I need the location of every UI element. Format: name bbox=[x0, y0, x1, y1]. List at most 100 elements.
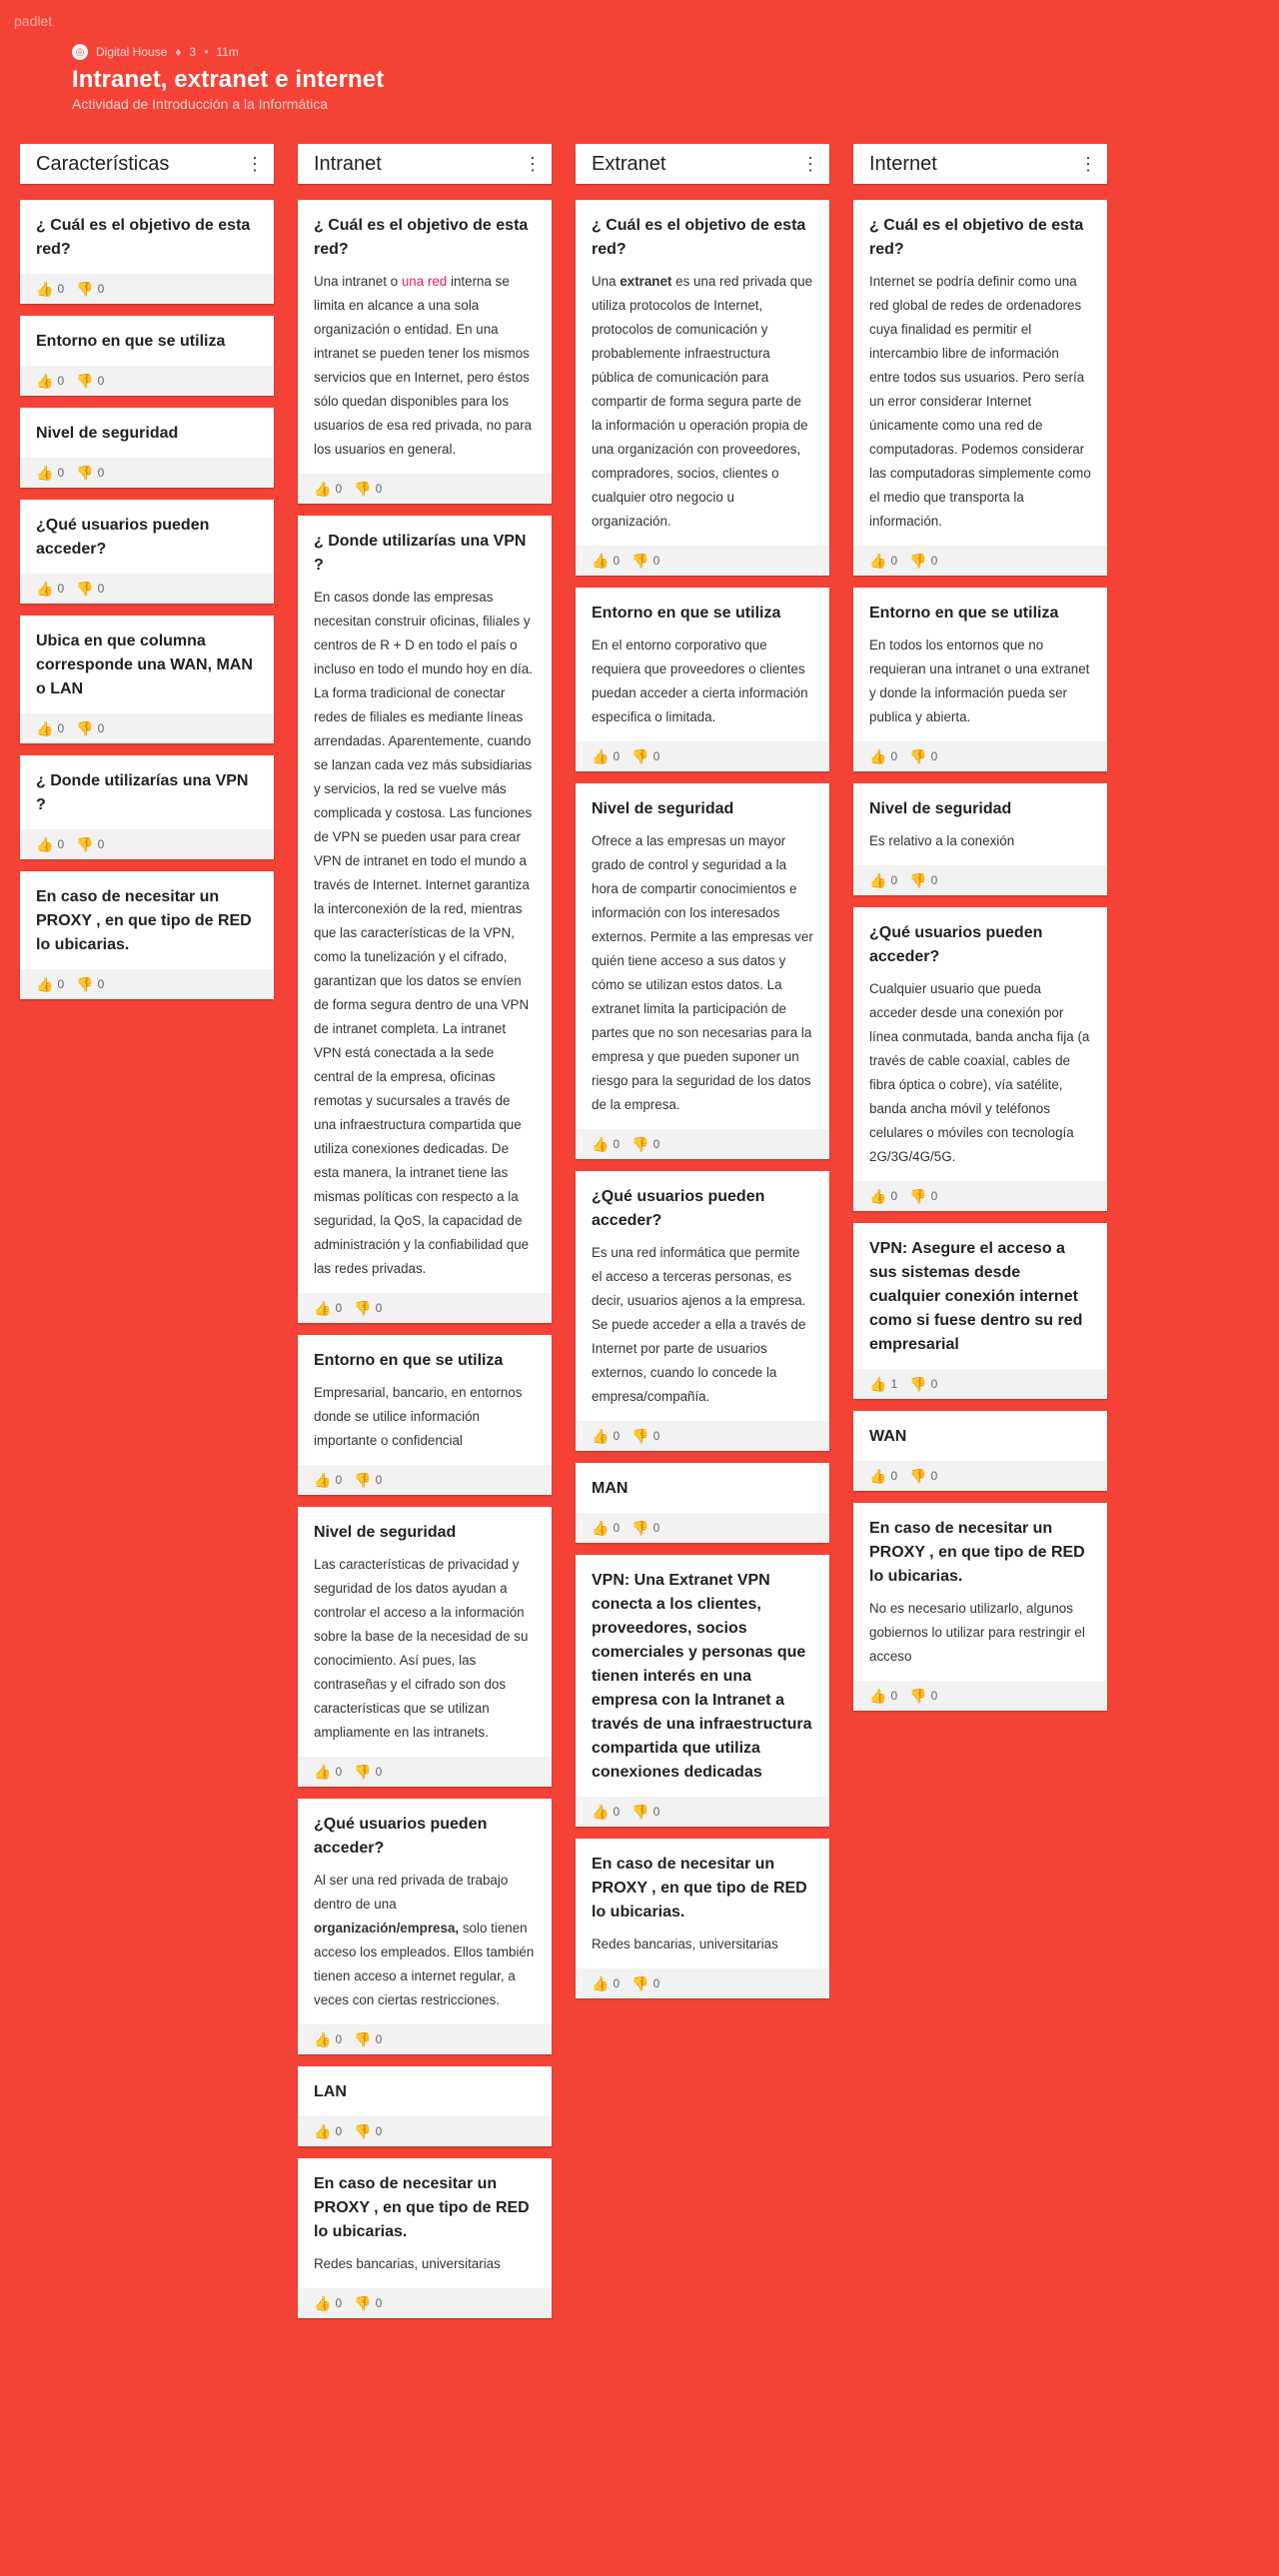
like-button[interactable]: 👍 0 bbox=[314, 2031, 342, 2048]
post-card[interactable]: En caso de necesitar un PROXY , en que t… bbox=[853, 1503, 1107, 1711]
dislike-button[interactable]: 👎 0 bbox=[632, 553, 659, 570]
dislike-button[interactable]: 👎 0 bbox=[909, 748, 937, 765]
like-button[interactable]: 👍 0 bbox=[314, 481, 342, 498]
padlet-logo[interactable]: padlet bbox=[14, 13, 52, 29]
like-button[interactable]: 👍 0 bbox=[36, 836, 64, 853]
post-card[interactable]: ¿ Cuál es el objetivo de esta red? Intern… bbox=[853, 200, 1107, 576]
post-card[interactable]: LAN 👍 0 👎 0 bbox=[298, 2066, 552, 2146]
post-card[interactable]: ¿ Donde utilizarías una VPN ? En casos do… bbox=[298, 516, 552, 1323]
like-button[interactable]: 👍 0 bbox=[592, 1975, 620, 1992]
dislike-button[interactable]: 👎 0 bbox=[76, 465, 104, 482]
dislike-button[interactable]: 👎 0 bbox=[76, 581, 104, 598]
post-card[interactable]: Entorno en que se utiliza 👍 0 👎 0 bbox=[20, 316, 274, 396]
post-card[interactable]: Ubica en que columna corresponde una WAN… bbox=[20, 616, 274, 743]
post-card[interactable]: En caso de necesitar un PROXY , en que t… bbox=[298, 2158, 552, 2318]
dislike-button[interactable]: 👎 0 bbox=[76, 720, 104, 737]
like-button[interactable]: 👍 0 bbox=[592, 1428, 620, 1445]
like-button[interactable]: 👍 1 bbox=[869, 1376, 897, 1393]
dislike-button[interactable]: 👎 0 bbox=[354, 2031, 382, 2048]
dislike-button[interactable]: 👎 0 bbox=[632, 1975, 659, 1992]
like-button[interactable]: 👍 0 bbox=[314, 2123, 342, 2140]
dislike-button[interactable]: 👎 0 bbox=[632, 1136, 659, 1153]
post-card[interactable]: Nivel de seguridad Las características de… bbox=[298, 1507, 552, 1787]
dislike-button[interactable]: 👎 0 bbox=[354, 1764, 382, 1781]
columns-container: Características ⋮ ¿ Cuál es el objetivo de… bbox=[20, 144, 1107, 2330]
like-button[interactable]: 👍 0 bbox=[36, 976, 64, 993]
like-button[interactable]: 👍 0 bbox=[592, 748, 620, 765]
dislike-button[interactable]: 👎 0 bbox=[632, 748, 659, 765]
vertical-dots-icon[interactable]: ⋮ bbox=[240, 153, 270, 175]
post-card[interactable]: Entorno en que se utiliza Empresarial, ba… bbox=[298, 1335, 552, 1495]
board-subtitle: Actividad de Introducción a la Informáti… bbox=[72, 96, 329, 112]
like-button[interactable]: 👍 0 bbox=[869, 1688, 897, 1705]
like-button[interactable]: 👍 0 bbox=[869, 553, 897, 570]
post-card[interactable]: ¿ Cuál es el objetivo de esta red? 👍 0 👎 0 bbox=[20, 200, 274, 304]
post-card[interactable]: ¿ Cuál es el objetivo de esta red? Una in… bbox=[298, 200, 552, 504]
like-button[interactable]: 👍 0 bbox=[36, 465, 64, 482]
dislike-button[interactable]: 👎 0 bbox=[354, 1300, 382, 1317]
like-button[interactable]: 👍 0 bbox=[592, 553, 620, 570]
dislike-button[interactable]: 👎 0 bbox=[909, 872, 937, 889]
author-avatar-icon[interactable]: ◎ bbox=[72, 44, 88, 60]
post-card[interactable]: VPN: Una Extranet VPN conecta a los clie… bbox=[576, 1555, 829, 1827]
thumbs-up-icon: 👍 bbox=[314, 480, 332, 497]
post-card[interactable]: WAN 👍 0 👎 0 bbox=[853, 1411, 1107, 1491]
post-card[interactable]: Nivel de seguridad 👍 0 👎 0 bbox=[20, 408, 274, 488]
inline-link[interactable]: una red bbox=[402, 274, 447, 289]
like-button[interactable]: 👍 0 bbox=[314, 2295, 342, 2312]
dislike-button[interactable]: 👎 0 bbox=[909, 1688, 937, 1705]
like-button[interactable]: 👍 0 bbox=[869, 872, 897, 889]
dislike-button[interactable]: 👎 0 bbox=[909, 553, 937, 570]
like-button[interactable]: 👍 0 bbox=[36, 720, 64, 737]
vertical-dots-icon[interactable]: ⋮ bbox=[1073, 153, 1103, 175]
like-count: 0 bbox=[335, 1473, 343, 1487]
like-button[interactable]: 👍 0 bbox=[314, 1472, 342, 1489]
post-card[interactable]: ¿ Cuál es el objetivo de esta red? Una ex… bbox=[576, 200, 829, 576]
post-card[interactable]: Nivel de seguridad Es relativo a la conex… bbox=[853, 783, 1107, 895]
dislike-button[interactable]: 👎 0 bbox=[354, 481, 382, 498]
post-content-part: Una bbox=[592, 274, 621, 289]
post-card[interactable]: Entorno en que se utiliza En el entorno c… bbox=[576, 588, 829, 771]
post-reactions: 👍 0 👎 0 bbox=[20, 574, 274, 604]
dislike-button[interactable]: 👎 0 bbox=[632, 1428, 659, 1445]
dislike-button[interactable]: 👎 0 bbox=[354, 2123, 382, 2140]
like-button[interactable]: 👍 0 bbox=[869, 748, 897, 765]
like-button[interactable]: 👍 0 bbox=[592, 1136, 620, 1153]
vertical-dots-icon[interactable]: ⋮ bbox=[518, 153, 548, 175]
dislike-button[interactable]: 👎 0 bbox=[909, 1468, 937, 1485]
post-card[interactable]: ¿Qué usuarios pueden acceder? Es una red … bbox=[576, 1171, 829, 1451]
post-card[interactable]: VPN: Asegure el acceso a sus sistemas de… bbox=[853, 1223, 1107, 1399]
post-card[interactable]: MAN 👍 0 👎 0 bbox=[576, 1463, 829, 1543]
dislike-button[interactable]: 👎 0 bbox=[76, 836, 104, 853]
post-card[interactable]: Entorno en que se utiliza En todos los en… bbox=[853, 588, 1107, 771]
like-button[interactable]: 👍 0 bbox=[592, 1804, 620, 1821]
like-button[interactable]: 👍 0 bbox=[36, 581, 64, 598]
like-button[interactable]: 👍 0 bbox=[869, 1188, 897, 1205]
post-card[interactable]: ¿Qué usuarios pueden acceder? Al ser una … bbox=[298, 1799, 552, 2054]
dislike-button[interactable]: 👎 0 bbox=[909, 1376, 937, 1393]
author-name[interactable]: Digital House bbox=[96, 45, 167, 59]
like-button[interactable]: 👍 0 bbox=[314, 1300, 342, 1317]
dislike-button[interactable]: 👎 0 bbox=[354, 2295, 382, 2312]
thumbs-down-icon: 👎 bbox=[76, 464, 94, 481]
post-card[interactable]: ¿ Donde utilizarías una VPN ? 👍 0 👎 0 bbox=[20, 755, 274, 859]
vertical-dots-icon[interactable]: ⋮ bbox=[795, 153, 825, 175]
dislike-button[interactable]: 👎 0 bbox=[632, 1804, 659, 1821]
post-card[interactable]: ¿Qué usuarios pueden acceder? 👍 0 👎 0 bbox=[20, 500, 274, 604]
like-button[interactable]: 👍 0 bbox=[36, 281, 64, 298]
post-card[interactable]: En caso de necesitar un PROXY , en que t… bbox=[20, 871, 274, 999]
like-button[interactable]: 👍 0 bbox=[314, 1764, 342, 1781]
dislike-button[interactable]: 👎 0 bbox=[354, 1472, 382, 1489]
dislike-button[interactable]: 👎 0 bbox=[909, 1188, 937, 1205]
post-card[interactable]: Nivel de seguridad Ofrece a las empresas … bbox=[576, 783, 829, 1159]
post-card[interactable]: En caso de necesitar un PROXY , en que t… bbox=[576, 1839, 829, 1998]
dislike-button[interactable]: 👎 0 bbox=[76, 281, 104, 298]
like-button[interactable]: 👍 0 bbox=[36, 373, 64, 390]
like-button[interactable]: 👍 0 bbox=[869, 1468, 897, 1485]
post-reactions: 👍 0 👎 0 bbox=[576, 741, 829, 771]
post-card[interactable]: ¿Qué usuarios pueden acceder? Cualquier u… bbox=[853, 907, 1107, 1211]
like-button[interactable]: 👍 0 bbox=[592, 1520, 620, 1537]
dislike-button[interactable]: 👎 0 bbox=[76, 373, 104, 390]
dislike-button[interactable]: 👎 0 bbox=[632, 1520, 659, 1537]
dislike-button[interactable]: 👎 0 bbox=[76, 976, 104, 993]
